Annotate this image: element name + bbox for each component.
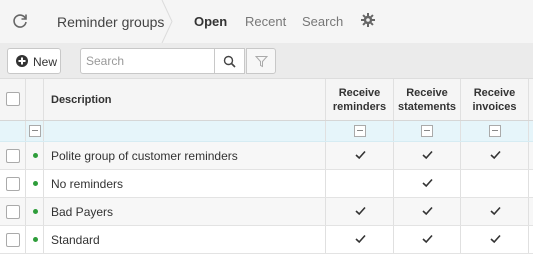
row-checkbox[interactable] [6,149,20,163]
toolbar: New [0,43,533,79]
column-header-receive-invoices[interactable]: Receive invoices [461,79,529,120]
checkmark-icon [489,234,501,244]
cell-receive-invoices [461,198,529,225]
cell-receive-invoices [461,170,529,197]
status-dot [33,153,38,158]
new-button[interactable]: New [7,48,61,74]
cell-receive-invoices [461,142,529,169]
column-header-receive-statements[interactable]: Receive statements [394,79,461,120]
gear-icon[interactable] [360,12,376,28]
checkmark-icon [422,206,433,216]
table-row[interactable]: Standard [0,226,533,254]
cell-receive-reminders [326,142,394,169]
reminders-filter[interactable] [353,125,366,137]
description-filter[interactable] [44,121,326,141]
refresh-icon[interactable] [10,11,30,31]
table-row[interactable]: Polite group of customer reminders [0,142,533,170]
page-title: Reminder groups [57,14,165,30]
cell-receive-reminders [326,226,394,253]
checkmark-icon [422,234,433,244]
search-icon [223,55,236,68]
status-dot [33,209,38,214]
new-button-label: New [33,55,58,69]
top-nav: Reminder groups Open Recent Search [0,0,533,43]
cell-receive-statements [394,142,461,169]
filter-button[interactable] [246,48,276,74]
row-checkbox[interactable] [6,177,20,191]
cell-receive-reminders [326,170,394,197]
row-description[interactable]: No reminders [51,177,123,191]
row-description[interactable]: Standard [51,233,100,247]
cell-receive-statements [394,198,461,225]
header-line: statements [397,101,457,113]
cell-receive-statements [394,170,461,197]
status-dot [33,181,38,186]
filter-row [0,121,533,142]
breadcrumb-separator [161,0,173,43]
checkmark-icon [354,206,366,216]
row-description[interactable]: Bad Payers [51,205,113,219]
header-line: invoices [472,101,517,113]
checkmark-icon [354,150,366,160]
search-field[interactable] [80,48,215,74]
invoices-filter[interactable] [488,125,501,137]
plus-circle-icon [16,55,28,67]
checkmark-icon [354,234,366,244]
checkmark-icon [489,150,501,160]
statements-filter[interactable] [421,125,433,137]
checkmark-icon [489,206,501,216]
row-checkbox[interactable] [6,205,20,219]
status-filter[interactable] [29,125,41,137]
select-all-checkbox[interactable] [6,92,20,106]
column-header-description[interactable]: Description [44,79,326,120]
checkmark-icon [422,150,433,160]
search-button[interactable] [215,48,245,74]
tab-open[interactable]: Open [194,14,227,29]
cell-receive-reminders [326,198,394,225]
tab-search[interactable]: Search [302,14,343,29]
tab-recent[interactable]: Recent [245,14,286,29]
row-description[interactable]: Polite group of customer reminders [51,149,238,163]
table-row[interactable]: Bad Payers [0,198,533,226]
row-checkbox[interactable] [6,233,20,247]
header-line: Receive [406,87,448,99]
reminder-groups-table: Description Receive reminders Receive st… [0,79,533,257]
checkmark-icon [422,178,433,188]
cell-receive-invoices [461,226,529,253]
status-dot [33,237,38,242]
column-header-description-label: Description [51,94,112,106]
filter-icon [255,56,268,68]
header-line: Receive [473,87,516,99]
search-input[interactable] [81,49,214,73]
header-line: reminders [332,101,387,113]
cell-receive-statements [394,226,461,253]
table-row[interactable]: No reminders [0,170,533,198]
header-line: Receive [338,87,381,99]
column-header-receive-reminders[interactable]: Receive reminders [326,79,394,120]
table-header: Description Receive reminders Receive st… [0,79,533,121]
